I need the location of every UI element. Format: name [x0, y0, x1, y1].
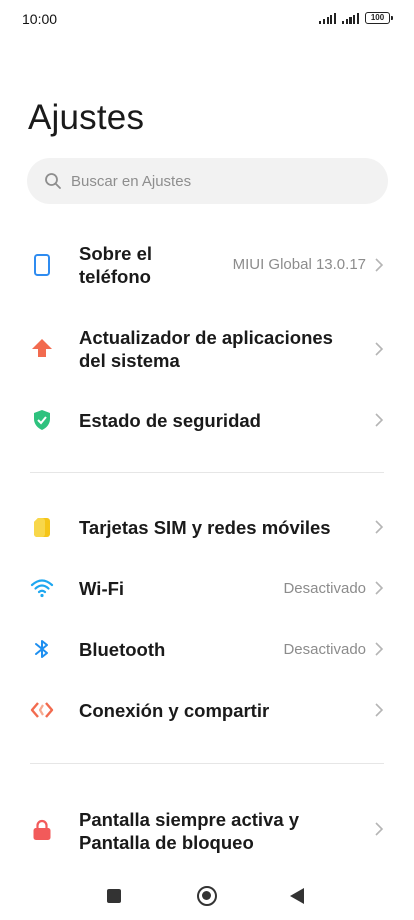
connection-share-icon — [30, 702, 54, 718]
update-arrow-icon — [32, 339, 52, 357]
signal-icon — [342, 12, 359, 24]
settings-item-label: Pantalla siempre activa y Pantalla de bl… — [79, 809, 300, 853]
settings-item-label: Sobre el teléfono — [79, 243, 152, 287]
settings-item-connection-sharing[interactable]: Conexión y compartir — [0, 690, 414, 730]
settings-item-sim-networks[interactable]: Tarjetas SIM y redes móviles — [0, 507, 414, 547]
chevron-right-icon — [375, 581, 384, 595]
settings-item-label: Bluetooth — [79, 639, 166, 660]
settings-item-label: Actualizador de aplicaciones del sistema — [79, 327, 333, 371]
settings-item-label: Wi-Fi — [79, 578, 125, 599]
settings-item-lock-screen[interactable]: Pantalla siempre activa y Pantalla de bl… — [0, 804, 414, 860]
chevron-right-icon — [375, 642, 384, 656]
battery-icon: 100 — [365, 12, 393, 24]
signal-icon — [319, 12, 337, 24]
lock-icon — [33, 819, 51, 840]
status-icons: 100 — [319, 12, 393, 24]
settings-item-value: MIUI Global 13.0.17 — [232, 256, 366, 273]
status-bar: 10:00 100 — [0, 0, 414, 40]
home-button[interactable] — [197, 886, 217, 906]
settings-item-bluetooth[interactable]: Bluetooth Desactivado — [0, 629, 414, 669]
divider — [30, 763, 384, 764]
settings-item-value: Desactivado — [283, 641, 366, 658]
status-time: 10:00 — [22, 11, 58, 27]
shield-check-icon — [34, 410, 50, 430]
settings-item-label: Tarjetas SIM y redes móviles — [79, 517, 331, 538]
chevron-right-icon — [375, 520, 384, 534]
divider — [30, 472, 384, 473]
settings-item-about-phone[interactable]: Sobre el teléfono MIUI Global 13.0.17 — [0, 238, 414, 294]
navigation-bar — [0, 872, 414, 920]
chevron-right-icon — [375, 413, 384, 427]
settings-item-wifi[interactable]: Wi-Fi Desactivado — [0, 568, 414, 608]
recents-button[interactable] — [107, 889, 121, 903]
chevron-right-icon — [375, 822, 384, 836]
chevron-right-icon — [375, 342, 384, 356]
chevron-right-icon — [375, 258, 384, 272]
search-bar[interactable] — [27, 158, 388, 204]
search-input[interactable] — [71, 158, 371, 204]
settings-item-label: Estado de seguridad — [79, 410, 261, 431]
settings-item-security-status[interactable]: Estado de seguridad — [0, 400, 414, 440]
settings-item-system-app-updater[interactable]: Actualizador de aplicaciones del sistema — [0, 322, 414, 378]
phone-icon — [34, 254, 50, 276]
page-title: Ajustes — [28, 98, 145, 137]
wifi-icon — [30, 579, 54, 598]
sim-card-icon — [34, 518, 50, 537]
chevron-right-icon — [375, 703, 384, 717]
settings-item-label: Conexión y compartir — [79, 700, 270, 721]
bluetooth-icon — [35, 640, 48, 658]
back-button[interactable] — [290, 888, 304, 904]
settings-item-value: Desactivado — [283, 580, 366, 597]
search-icon — [45, 173, 61, 189]
